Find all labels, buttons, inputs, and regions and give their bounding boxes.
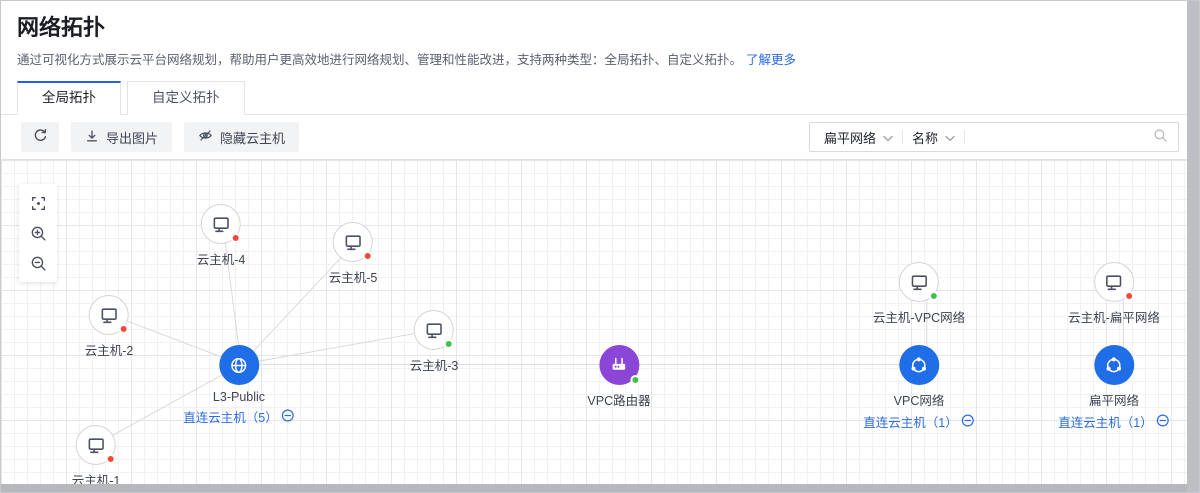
node-label: 扁平网络 — [1089, 390, 1139, 409]
status-dot-stopped — [106, 454, 116, 464]
chevron-down-icon — [945, 130, 955, 145]
divider — [902, 130, 903, 144]
page-description-text: 通过可视化方式展示云平台网络规划，帮助用户更高效地进行网络规划、管理和性能改进，… — [17, 53, 742, 67]
page-title: 网络拓扑 — [17, 13, 1183, 43]
hide-hosts-button[interactable]: 隐藏云主机 — [184, 122, 299, 152]
zoom-out-button[interactable] — [19, 248, 57, 278]
page-description: 通过可视化方式展示云平台网络规划，帮助用户更高效地进行网络规划、管理和性能改进，… — [17, 51, 1183, 69]
network-icon[interactable] — [1094, 345, 1134, 385]
node-label: VPC网络 — [894, 390, 945, 409]
topology-search-group: 扁平网络 名称 — [809, 122, 1179, 152]
divider — [964, 130, 965, 144]
download-icon — [85, 129, 99, 146]
topology-node-host-1[interactable]: 云主机-1 — [72, 425, 121, 485]
hide-hosts-label: 隐藏云主机 — [220, 128, 285, 147]
host-icon[interactable] — [1094, 262, 1134, 302]
topology-node-host-2[interactable]: 云主机-2 — [85, 295, 134, 359]
status-dot-stopped — [363, 251, 373, 261]
tab-custom-topology[interactable]: 自定义拓扑 — [127, 81, 245, 115]
direct-hosts-link[interactable]: 直连云主机（1） — [863, 412, 974, 431]
direct-hosts-link[interactable]: 直连云主机（5） — [183, 407, 294, 426]
collapse-minus-icon[interactable] — [1157, 414, 1170, 430]
canvas-zoom-panel — [19, 184, 57, 282]
topology-edges — [1, 160, 1199, 485]
chevron-down-icon — [883, 130, 893, 145]
direct-hosts-link-text: 直连云主机（1） — [1058, 412, 1152, 431]
direct-hosts-link[interactable]: 直连云主机（1） — [1058, 412, 1169, 431]
search-input[interactable] — [974, 130, 1144, 145]
router-icon[interactable] — [599, 345, 639, 385]
status-dot-stopped — [119, 324, 129, 334]
collapse-minus-icon[interactable] — [282, 409, 295, 425]
topology-node-host-4[interactable]: 云主机-4 — [197, 204, 246, 268]
page-header: 网络拓扑 通过可视化方式展示云平台网络规划，帮助用户更高效地进行网络规划、管理和… — [1, 1, 1199, 69]
eye-off-icon — [198, 128, 213, 146]
topology-node-vpc-network[interactable]: VPC网络直连云主机（1） — [863, 345, 974, 431]
network-topology-page: 网络拓扑 通过可视化方式展示云平台网络规划，帮助用户更高效地进行网络规划、管理和… — [0, 0, 1200, 493]
node-label: L3-Public — [213, 390, 265, 404]
search-icon[interactable] — [1153, 128, 1168, 146]
refresh-button[interactable] — [21, 122, 59, 152]
collapse-minus-icon[interactable] — [962, 414, 975, 430]
fit-view-button[interactable] — [19, 188, 57, 218]
node-label: 云主机-扁平网络 — [1068, 307, 1160, 326]
refresh-icon — [33, 128, 48, 146]
search-field-select[interactable]: 名称 — [912, 128, 955, 147]
topology-node-vpc-router[interactable]: VPC路由器 — [587, 345, 650, 409]
node-label: VPC路由器 — [587, 390, 650, 409]
topology-node-host-5[interactable]: 云主机-5 — [329, 222, 378, 286]
network-type-select[interactable]: 扁平网络 — [824, 128, 893, 147]
topology-node-host-vpc[interactable]: 云主机-VPC网络 — [873, 262, 965, 326]
topology-node-flat-network[interactable]: 扁平网络直连云主机（1） — [1058, 345, 1169, 431]
topology-node-host-3[interactable]: 云主机-3 — [410, 310, 459, 374]
search-field-value: 名称 — [912, 128, 938, 147]
learn-more-link[interactable]: 了解更多 — [746, 53, 796, 67]
horizontal-scrollbar[interactable] — [1, 484, 1189, 492]
topology-node-l3-public[interactable]: L3-Public 直连云主机（5） — [183, 345, 294, 426]
topology-node-host-flat[interactable]: 云主机-扁平网络 — [1068, 262, 1160, 326]
host-icon[interactable] — [76, 425, 116, 465]
status-dot-stopped — [1124, 291, 1134, 301]
zoom-in-button[interactable] — [19, 218, 57, 248]
toolbar: 导出图片 隐藏云主机 扁平网络 名称 — [1, 115, 1199, 159]
host-icon[interactable] — [89, 295, 129, 335]
direct-hosts-link-text: 直连云主机（1） — [863, 412, 957, 431]
direct-hosts-link-text: 直连云主机（5） — [183, 407, 277, 426]
network-icon[interactable] — [899, 345, 939, 385]
host-icon[interactable] — [414, 310, 454, 350]
network-type-value: 扁平网络 — [824, 128, 876, 147]
status-dot-running — [929, 291, 939, 301]
host-icon[interactable] — [899, 262, 939, 302]
zoom-out-icon — [30, 255, 47, 272]
status-dot-stopped — [231, 233, 241, 243]
status-dot-running — [444, 339, 454, 349]
node-label: 云主机-1 — [72, 470, 121, 485]
tab-global-topology[interactable]: 全局拓扑 — [17, 81, 121, 115]
export-image-button[interactable]: 导出图片 — [71, 122, 172, 152]
node-label: 云主机-2 — [85, 340, 134, 359]
node-label: 云主机-3 — [410, 355, 459, 374]
fit-view-icon — [30, 195, 47, 212]
tab-bar: 全局拓扑 自定义拓扑 — [1, 81, 1199, 115]
globe-icon[interactable] — [219, 345, 259, 385]
topology-canvas[interactable]: 云主机-4 云主机-5 云主机-2 云主机-3 云主机-1 L3-Public 直连云主机（… — [1, 159, 1199, 485]
node-label: 云主机-4 — [197, 249, 246, 268]
zoom-in-icon — [30, 225, 47, 242]
host-icon[interactable] — [333, 222, 373, 262]
vertical-scrollbar[interactable] — [1187, 1, 1199, 492]
node-label: 云主机-5 — [329, 267, 378, 286]
node-label: 云主机-VPC网络 — [873, 307, 965, 326]
status-dot-running — [630, 375, 640, 385]
export-image-label: 导出图片 — [106, 128, 158, 147]
host-icon[interactable] — [201, 204, 241, 244]
